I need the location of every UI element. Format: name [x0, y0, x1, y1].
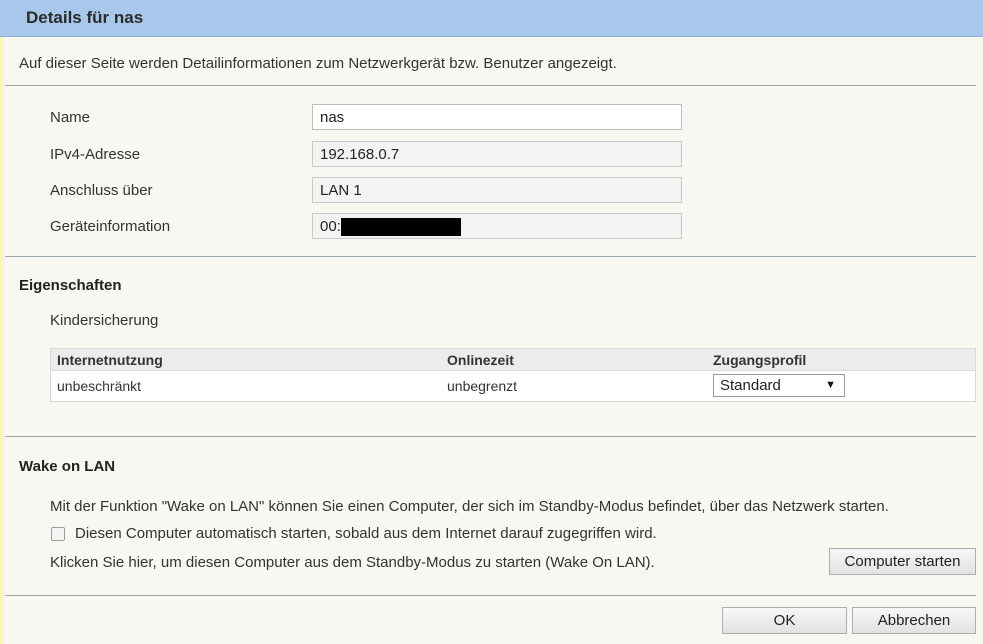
ok-button[interactable]: OK: [722, 607, 847, 634]
ipv4-field: 192.168.0.7: [312, 141, 682, 167]
left-edge-strip: [0, 0, 4, 644]
connection-label: Anschluss über: [50, 182, 153, 199]
cancel-button[interactable]: Abbrechen: [852, 607, 976, 634]
wol-auto-start-label[interactable]: Diesen Computer automatisch starten, sob…: [75, 525, 657, 542]
start-computer-button[interactable]: Computer starten: [829, 548, 976, 575]
properties-heading: Eigenschaften: [19, 277, 122, 294]
divider: [5, 85, 976, 86]
column-header-internet-usage: Internetnutzung: [57, 352, 163, 368]
wol-auto-start-checkbox[interactable]: [51, 527, 65, 541]
wol-description: Mit der Funktion "Wake on LAN" können Si…: [50, 498, 889, 515]
wol-start-text: Klicken Sie hier, um diesen Computer aus…: [50, 554, 655, 571]
dialog-header: Details für nas: [0, 0, 983, 37]
connection-field: LAN 1: [312, 177, 682, 203]
online-time-cell: unbegrenzt: [447, 378, 518, 394]
parental-control-label: Kindersicherung: [50, 312, 159, 329]
ipv4-label: IPv4-Adresse: [50, 146, 141, 163]
redaction-bar: [340, 218, 461, 236]
device-info-value: 00:: [320, 218, 341, 235]
column-header-online-time: Onlinezeit: [447, 352, 514, 368]
dropdown-arrow-icon: ▼: [825, 379, 836, 391]
column-header-access-profile: Zugangsprofil: [713, 352, 807, 368]
dialog-title: Details für nas: [26, 8, 144, 27]
parental-control-table: Internetnutzung Onlinezeit Zugangsprofil…: [50, 348, 976, 402]
divider: [5, 595, 976, 596]
divider: [5, 436, 976, 437]
table-header: Internetnutzung Onlinezeit Zugangsprofil: [51, 349, 975, 371]
internet-usage-cell: unbeschränkt: [57, 378, 142, 394]
intro-text: Auf dieser Seite werden Detailinformatio…: [19, 55, 617, 72]
device-info-label: Geräteinformation: [50, 218, 171, 235]
name-input[interactable]: nas: [312, 104, 682, 130]
access-profile-select[interactable]: Standard ▼: [713, 374, 845, 397]
name-label: Name: [50, 109, 91, 126]
divider: [5, 256, 976, 257]
access-profile-value: Standard: [720, 377, 781, 394]
device-info-field: 00:: [312, 213, 682, 239]
wol-heading: Wake on LAN: [19, 458, 116, 475]
